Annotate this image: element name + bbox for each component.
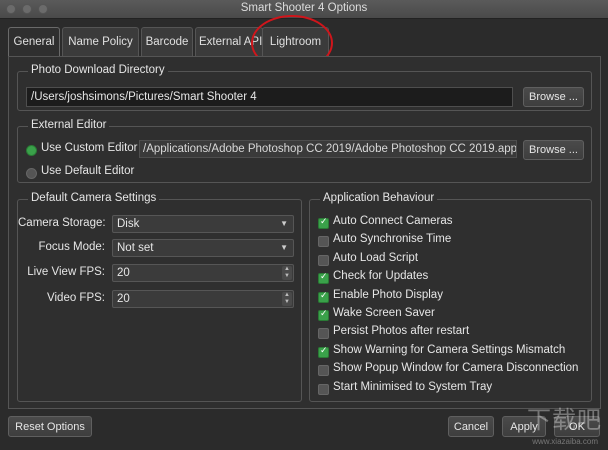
option-checkbox[interactable]: ✓ [318,271,329,285]
checkmark-icon: ✓ [320,271,328,282]
checkmark-icon: ✓ [320,216,328,226]
camera-storage-select[interactable]: Disk ▼ [112,215,294,233]
live-view-fps-value: 20 [117,267,130,279]
general-settings-panel: Photo Download Directory /Users/joshsimo… [8,56,601,409]
option-label: Persist Photos after restart [333,325,470,338]
watermark-url: www.xiazaiba.com [532,437,598,446]
checkmark-icon: ✓ [320,308,328,318]
option-checkbox[interactable]: ✓ [318,289,329,303]
tab-name-policy[interactable]: Name Policy [62,27,139,56]
watermark-logo: 下载吧 [527,407,602,434]
use-default-editor-radio[interactable] [26,168,37,179]
use-custom-editor-radio[interactable] [26,145,37,156]
reset-options-button[interactable]: Reset Options [8,416,92,437]
camera-storage-value: Disk [117,218,140,230]
option-label: Auto Connect Cameras [333,215,453,227]
tab-general[interactable]: General [8,27,60,56]
external-editor-title: External Editor [28,119,110,131]
option-checkbox[interactable] [318,365,329,377]
app-behaviour-group: Application Behaviour ✓ Auto Connect Came… [309,192,592,402]
option-label: Auto Load Script [333,251,419,264]
download-directory-input[interactable]: /Users/joshsimons/Pictures/Smart Shooter… [26,87,513,107]
option-label: Show Warning for Camera Settings Mismatc… [333,343,566,356]
camera-storage-label: Camera Storage: [18,217,106,229]
custom-editor-path-input[interactable]: /Applications/Adobe Photoshop CC 2019/Ad… [139,140,517,158]
option-checkbox[interactable] [318,236,329,248]
spinner-arrows-icon[interactable]: ▲ ▼ [282,292,292,306]
use-default-editor-label: Use Default Editor [41,165,135,177]
focus-mode-label: Focus Mode: [38,241,105,253]
live-view-fps-label: Live View FPS: [27,266,105,278]
focus-mode-select[interactable]: Not set ▼ [112,239,294,257]
checkmark-icon: ✓ [320,344,328,355]
window-title: Smart Shooter 4 Options [240,2,368,14]
video-fps-value: 20 [117,293,130,305]
option-label: Show Popup Window for Camera Disconnecti… [333,362,579,375]
camera-settings-title: Default Camera Settings [28,192,160,204]
option-label: Auto Synchronise Time [333,233,452,246]
focus-mode-value: Not set [117,242,154,254]
option-checkbox[interactable] [318,328,329,340]
app-behaviour-title: Application Behaviour [320,192,438,204]
download-browse-button[interactable]: Browse ... [523,87,584,107]
option-label: Check for Updates [333,270,429,283]
live-view-fps-spinner[interactable]: 20 ▲ ▼ [112,264,294,282]
tab-barcode[interactable]: Barcode [141,27,193,56]
option-label: Start Minimised to System Tray [333,380,493,393]
option-checkbox[interactable] [318,254,329,266]
photo-download-group: Photo Download Directory /Users/joshsimo… [17,64,592,111]
editor-browse-button[interactable]: Browse ... [523,140,584,160]
external-editor-group: External Editor Use Custom Editor /Appli… [17,119,592,183]
chevron-down-icon: ▼ [280,243,288,252]
option-label: Enable Photo Display [333,288,443,301]
video-fps-label: Video FPS: [47,292,105,304]
chevron-down-icon: ▼ [280,219,288,228]
option-checkbox[interactable]: ✓ [318,216,329,229]
option-checkbox[interactable]: ✓ [318,344,329,358]
photo-download-title: Photo Download Directory [28,64,168,76]
option-checkbox[interactable]: ✓ [318,308,329,321]
checkmark-icon: ✓ [320,289,328,300]
camera-settings-group: Default Camera Settings Camera Storage: … [17,192,302,402]
video-fps-spinner[interactable]: 20 ▲ ▼ [112,290,294,308]
option-label: Wake Screen Saver [333,307,435,319]
use-custom-editor-label: Use Custom Editor [41,142,138,154]
spinner-arrows-icon[interactable]: ▲ ▼ [282,266,292,280]
cancel-button[interactable]: Cancel [448,416,494,437]
option-checkbox[interactable] [318,383,329,395]
